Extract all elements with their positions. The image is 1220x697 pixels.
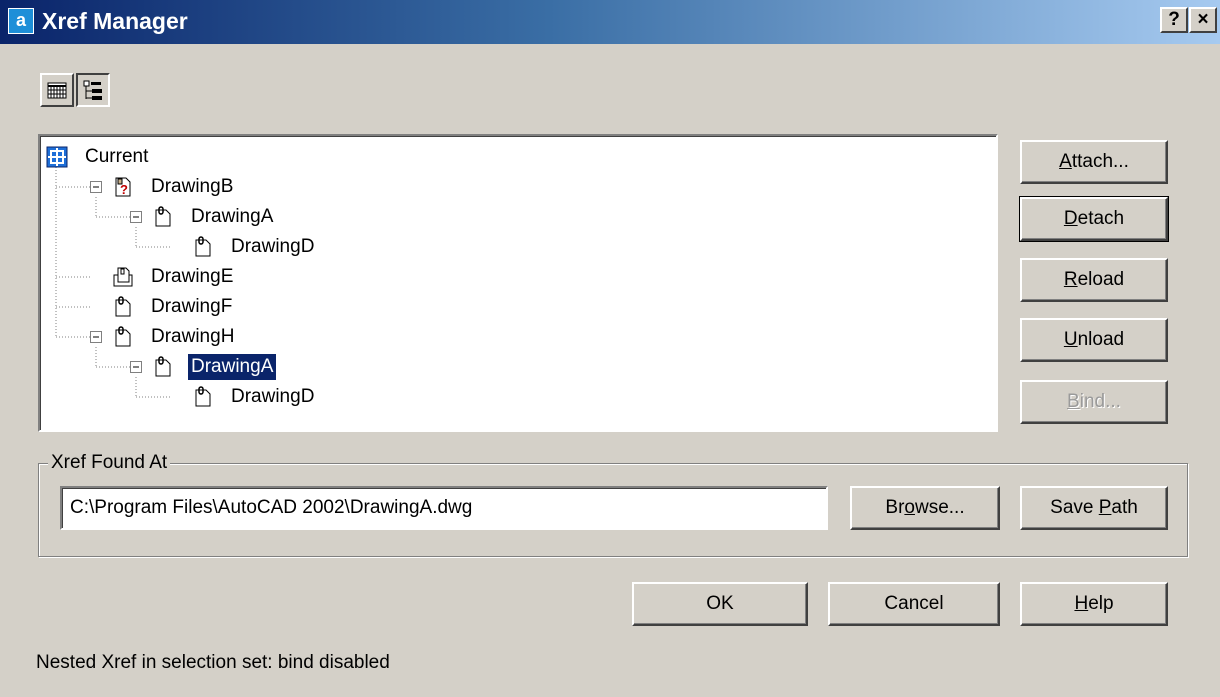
xref-attach-icon: [195, 386, 211, 407]
detach-button[interactable]: Detach: [1019, 196, 1169, 242]
tree-node-label: DrawingH: [151, 326, 235, 347]
bind-label: ind...: [1079, 391, 1121, 412]
xref-attach-icon: [115, 326, 131, 347]
tree-node-label: DrawingD: [231, 386, 315, 407]
tree-node-label: Current: [85, 146, 149, 167]
list-view-button[interactable]: [40, 73, 74, 107]
attach-button[interactable]: Attach...: [1020, 140, 1168, 184]
tree-node-label: DrawingB: [151, 176, 234, 197]
xref-manager-dialog: a Xref Manager ? × Current? DrawingB Dra…: [0, 0, 1220, 697]
attach-mnemonic: A: [1059, 151, 1072, 172]
tree-node-label: DrawingA: [191, 206, 274, 227]
detach-mnemonic: D: [1063, 208, 1078, 229]
unload-label: nload: [1077, 329, 1125, 350]
collapse-toggle-icon[interactable]: [130, 361, 142, 373]
app-icon: a: [8, 8, 34, 34]
xref-attach-icon: [155, 356, 171, 377]
list-view-icon: [47, 82, 67, 99]
tree-node-label: DrawingA: [186, 353, 278, 381]
collapse-toggle-icon[interactable]: [130, 211, 142, 223]
bind-mnemonic: B: [1067, 391, 1080, 412]
browse-rest: wse...: [914, 497, 965, 518]
tree-node-label: DrawingE: [151, 266, 234, 287]
help-label: elp: [1088, 593, 1114, 614]
tree-node-label: DrawingF: [151, 296, 233, 317]
tree-node-label: DrawingD: [231, 236, 315, 257]
save-path-prefix: Save: [1050, 497, 1099, 518]
xref-not-found-icon: ?: [115, 177, 131, 197]
save-path-rest: ath: [1111, 497, 1138, 518]
unload-mnemonic: U: [1063, 329, 1078, 350]
help-question-icon[interactable]: ?: [1160, 7, 1188, 33]
detach-label: etach: [1077, 208, 1125, 229]
collapse-toggle-icon[interactable]: [90, 331, 102, 343]
reload-label: eload: [1077, 269, 1125, 290]
path-field[interactable]: C:\Program Files\AutoCAD 2002\DrawingA.d…: [60, 486, 828, 530]
tree-view-button[interactable]: [76, 73, 110, 107]
collapse-toggle-icon[interactable]: [90, 181, 102, 193]
xref-attach-icon: [155, 206, 171, 227]
status-text: Nested Xref in selection set: bind disab…: [36, 652, 390, 673]
help-mnemonic: H: [1074, 593, 1089, 614]
save-path-button[interactable]: Save Path: [1020, 486, 1168, 530]
xref-found-at-label: Xref Found At: [48, 452, 171, 474]
browse-button[interactable]: Browse...: [850, 486, 1000, 530]
tree-view-icon: [83, 80, 102, 100]
xref-attach-icon: [195, 236, 211, 257]
attach-label: ttach...: [1071, 151, 1129, 172]
reload-mnemonic: R: [1063, 269, 1078, 290]
xref-attach-icon: [115, 296, 131, 317]
title-bar[interactable]: a Xref Manager ? ×: [0, 0, 1220, 44]
browse-mnemonic: o: [904, 497, 915, 518]
bind-button[interactable]: Bind...: [1020, 380, 1168, 424]
close-icon[interactable]: ×: [1189, 7, 1217, 33]
ok-button[interactable]: OK: [632, 582, 808, 626]
xref-overlay-icon: [113, 267, 133, 287]
reload-button[interactable]: Reload: [1020, 258, 1168, 302]
save-path-mnemonic: P: [1098, 497, 1112, 518]
current-drawing-icon: [46, 146, 68, 168]
cancel-button[interactable]: Cancel: [828, 582, 1000, 626]
window-title: Xref Manager: [42, 8, 188, 34]
xref-tree[interactable]: Current? DrawingB DrawingA DrawingD DrawingE…: [38, 134, 998, 432]
unload-button[interactable]: Unload: [1020, 318, 1168, 362]
help-button[interactable]: Help: [1020, 582, 1168, 626]
browse-prefix: Br: [885, 497, 905, 518]
